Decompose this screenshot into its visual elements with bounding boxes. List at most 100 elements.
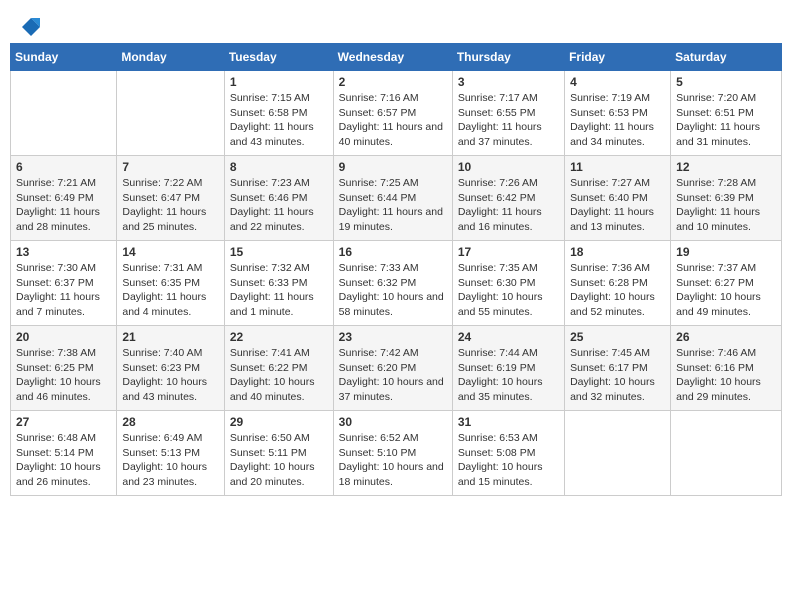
day-number: 29 bbox=[230, 415, 328, 429]
calendar-cell: 2 Sunrise: 7:16 AM Sunset: 6:57 PM Daylig… bbox=[333, 71, 452, 156]
calendar-cell: 10 Sunrise: 7:26 AM Sunset: 6:42 PM Dayli… bbox=[452, 156, 564, 241]
day-number: 22 bbox=[230, 330, 328, 344]
calendar-cell: 14Sunrise: 7:31 AM Sunset: 6:35 PM Dayli… bbox=[117, 241, 224, 326]
logo-icon bbox=[22, 18, 40, 36]
calendar-cell: 1 Sunrise: 7:15 AM Sunset: 6:58 PM Daylig… bbox=[224, 71, 333, 156]
day-info: Sunrise: 6:49 AM Sunset: 5:13 PM Dayligh… bbox=[122, 431, 218, 490]
week-row-1: 1 Sunrise: 7:15 AM Sunset: 6:58 PM Daylig… bbox=[11, 71, 782, 156]
day-info: Sunrise: 7:28 AM Sunset: 6:39 PM Dayligh… bbox=[676, 176, 776, 235]
day-info: Sunrise: 7:35 AM Sunset: 6:30 PM Dayligh… bbox=[458, 261, 559, 320]
header-tuesday: Tuesday bbox=[224, 44, 333, 71]
calendar-cell: 20 Sunrise: 7:38 AM Sunset: 6:25 PM Dayli… bbox=[11, 326, 117, 411]
day-number: 14 bbox=[122, 245, 218, 259]
day-info: Sunrise: 7:16 AM Sunset: 6:57 PM Dayligh… bbox=[339, 91, 447, 150]
calendar-cell: 7 Sunrise: 7:22 AM Sunset: 6:47 PM Daylig… bbox=[117, 156, 224, 241]
day-info: Sunrise: 7:36 AM Sunset: 6:28 PM Dayligh… bbox=[570, 261, 665, 320]
day-info: Sunrise: 7:42 AM Sunset: 6:20 PM Dayligh… bbox=[339, 346, 447, 405]
day-number: 23 bbox=[339, 330, 447, 344]
calendar-cell: 6Sunrise: 7:21 AM Sunset: 6:49 PM Daylig… bbox=[11, 156, 117, 241]
day-number: 27 bbox=[16, 415, 111, 429]
calendar-cell: 17 Sunrise: 7:35 AM Sunset: 6:30 PM Dayli… bbox=[452, 241, 564, 326]
calendar-cell: 18 Sunrise: 7:36 AM Sunset: 6:28 PM Dayli… bbox=[565, 241, 671, 326]
day-number: 13 bbox=[16, 245, 111, 259]
day-number: 9 bbox=[339, 160, 447, 174]
header-wednesday: Wednesday bbox=[333, 44, 452, 71]
day-number: 16 bbox=[339, 245, 447, 259]
day-number: 2 bbox=[339, 75, 447, 89]
day-number: 5 bbox=[676, 75, 776, 89]
header-saturday: Saturday bbox=[671, 44, 782, 71]
day-info: Sunrise: 7:32 AM Sunset: 6:33 PM Dayligh… bbox=[230, 261, 328, 320]
page-header bbox=[10, 10, 782, 43]
day-number: 7 bbox=[122, 160, 218, 174]
day-number: 11 bbox=[570, 160, 665, 174]
day-number: 24 bbox=[458, 330, 559, 344]
day-info: Sunrise: 6:52 AM Sunset: 5:10 PM Dayligh… bbox=[339, 431, 447, 490]
week-row-4: 20 Sunrise: 7:38 AM Sunset: 6:25 PM Dayli… bbox=[11, 326, 782, 411]
calendar-cell: 29 Sunrise: 6:50 AM Sunset: 5:11 PM Dayli… bbox=[224, 411, 333, 496]
calendar-cell: 9 Sunrise: 7:25 AM Sunset: 6:44 PM Daylig… bbox=[333, 156, 452, 241]
day-number: 1 bbox=[230, 75, 328, 89]
day-number: 3 bbox=[458, 75, 559, 89]
day-info: Sunrise: 7:40 AM Sunset: 6:23 PM Dayligh… bbox=[122, 346, 218, 405]
day-info: Sunrise: 7:26 AM Sunset: 6:42 PM Dayligh… bbox=[458, 176, 559, 235]
calendar-cell: 12 Sunrise: 7:28 AM Sunset: 6:39 PM Dayli… bbox=[671, 156, 782, 241]
day-number: 15 bbox=[230, 245, 328, 259]
calendar-cell: 24 Sunrise: 7:44 AM Sunset: 6:19 PM Dayli… bbox=[452, 326, 564, 411]
day-info: Sunrise: 7:37 AM Sunset: 6:27 PM Dayligh… bbox=[676, 261, 776, 320]
calendar-cell: 21Sunrise: 7:40 AM Sunset: 6:23 PM Dayli… bbox=[117, 326, 224, 411]
calendar-cell: 19 Sunrise: 7:37 AM Sunset: 6:27 PM Dayli… bbox=[671, 241, 782, 326]
day-info: Sunrise: 7:23 AM Sunset: 6:46 PM Dayligh… bbox=[230, 176, 328, 235]
day-number: 25 bbox=[570, 330, 665, 344]
calendar-cell: 5 Sunrise: 7:20 AM Sunset: 6:51 PM Daylig… bbox=[671, 71, 782, 156]
day-number: 6 bbox=[16, 160, 111, 174]
day-info: Sunrise: 7:45 AM Sunset: 6:17 PM Dayligh… bbox=[570, 346, 665, 405]
day-number: 20 bbox=[16, 330, 111, 344]
calendar-cell: 30 Sunrise: 6:52 AM Sunset: 5:10 PM Dayli… bbox=[333, 411, 452, 496]
header-sunday: Sunday bbox=[11, 44, 117, 71]
calendar-cell: 11 Sunrise: 7:27 AM Sunset: 6:40 PM Dayli… bbox=[565, 156, 671, 241]
calendar-cell: 31Sunrise: 6:53 AM Sunset: 5:08 PM Dayli… bbox=[452, 411, 564, 496]
day-number: 8 bbox=[230, 160, 328, 174]
calendar-cell: 22 Sunrise: 7:41 AM Sunset: 6:22 PM Dayli… bbox=[224, 326, 333, 411]
calendar-cell: 4 Sunrise: 7:19 AM Sunset: 6:53 PM Daylig… bbox=[565, 71, 671, 156]
calendar-header-row: SundayMondayTuesdayWednesdayThursdayFrid… bbox=[11, 44, 782, 71]
day-number: 28 bbox=[122, 415, 218, 429]
day-number: 26 bbox=[676, 330, 776, 344]
calendar-cell: 13 Sunrise: 7:30 AM Sunset: 6:37 PM Dayli… bbox=[11, 241, 117, 326]
day-info: Sunrise: 6:50 AM Sunset: 5:11 PM Dayligh… bbox=[230, 431, 328, 490]
day-number: 17 bbox=[458, 245, 559, 259]
day-number: 4 bbox=[570, 75, 665, 89]
day-info: Sunrise: 7:41 AM Sunset: 6:22 PM Dayligh… bbox=[230, 346, 328, 405]
header-monday: Monday bbox=[117, 44, 224, 71]
calendar-cell: 27Sunrise: 6:48 AM Sunset: 5:14 PM Dayli… bbox=[11, 411, 117, 496]
day-number: 18 bbox=[570, 245, 665, 259]
day-number: 30 bbox=[339, 415, 447, 429]
day-info: Sunrise: 7:38 AM Sunset: 6:25 PM Dayligh… bbox=[16, 346, 111, 405]
day-number: 10 bbox=[458, 160, 559, 174]
day-info: Sunrise: 7:22 AM Sunset: 6:47 PM Dayligh… bbox=[122, 176, 218, 235]
calendar-cell bbox=[11, 71, 117, 156]
day-number: 12 bbox=[676, 160, 776, 174]
day-info: Sunrise: 6:53 AM Sunset: 5:08 PM Dayligh… bbox=[458, 431, 559, 490]
day-info: Sunrise: 7:27 AM Sunset: 6:40 PM Dayligh… bbox=[570, 176, 665, 235]
week-row-3: 13 Sunrise: 7:30 AM Sunset: 6:37 PM Dayli… bbox=[11, 241, 782, 326]
calendar-table: SundayMondayTuesdayWednesdayThursdayFrid… bbox=[10, 43, 782, 496]
day-info: Sunrise: 7:20 AM Sunset: 6:51 PM Dayligh… bbox=[676, 91, 776, 150]
day-number: 19 bbox=[676, 245, 776, 259]
calendar-cell: 25 Sunrise: 7:45 AM Sunset: 6:17 PM Dayli… bbox=[565, 326, 671, 411]
day-info: Sunrise: 7:15 AM Sunset: 6:58 PM Dayligh… bbox=[230, 91, 328, 150]
calendar-cell: 23 Sunrise: 7:42 AM Sunset: 6:20 PM Dayli… bbox=[333, 326, 452, 411]
day-info: Sunrise: 7:44 AM Sunset: 6:19 PM Dayligh… bbox=[458, 346, 559, 405]
calendar-cell bbox=[117, 71, 224, 156]
day-info: Sunrise: 7:19 AM Sunset: 6:53 PM Dayligh… bbox=[570, 91, 665, 150]
week-row-5: 27Sunrise: 6:48 AM Sunset: 5:14 PM Dayli… bbox=[11, 411, 782, 496]
day-info: Sunrise: 7:25 AM Sunset: 6:44 PM Dayligh… bbox=[339, 176, 447, 235]
logo bbox=[20, 20, 40, 38]
week-row-2: 6Sunrise: 7:21 AM Sunset: 6:49 PM Daylig… bbox=[11, 156, 782, 241]
day-info: Sunrise: 7:33 AM Sunset: 6:32 PM Dayligh… bbox=[339, 261, 447, 320]
day-info: Sunrise: 7:30 AM Sunset: 6:37 PM Dayligh… bbox=[16, 261, 111, 320]
calendar-cell: 16 Sunrise: 7:33 AM Sunset: 6:32 PM Dayli… bbox=[333, 241, 452, 326]
calendar-cell: 15 Sunrise: 7:32 AM Sunset: 6:33 PM Dayli… bbox=[224, 241, 333, 326]
calendar-cell: 26Sunrise: 7:46 AM Sunset: 6:16 PM Dayli… bbox=[671, 326, 782, 411]
